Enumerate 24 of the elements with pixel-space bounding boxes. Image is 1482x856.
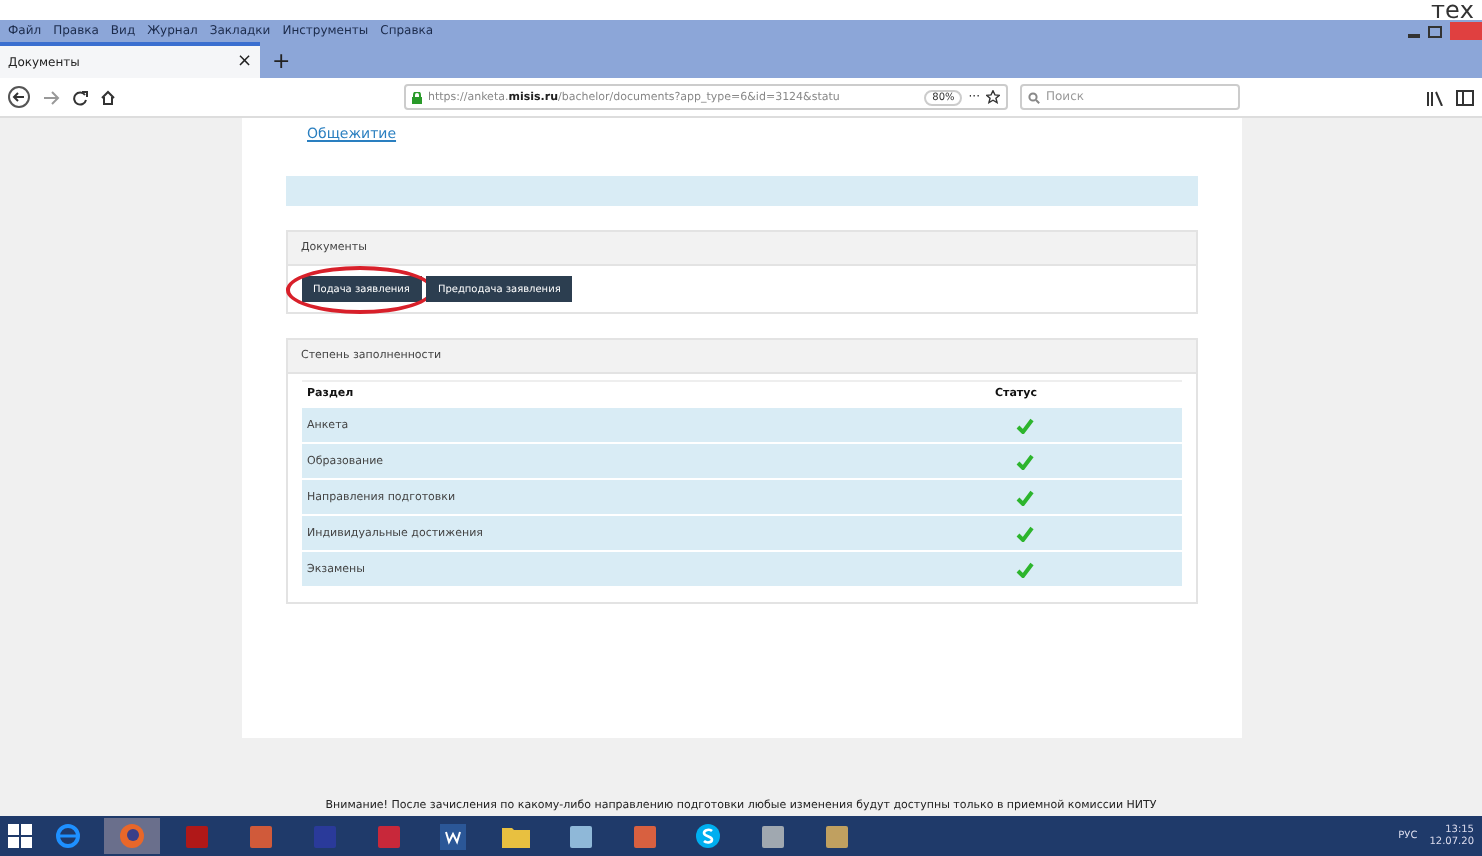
library-icon[interactable] bbox=[1426, 89, 1444, 105]
overlay-text: тех bbox=[1431, 0, 1474, 20]
app-icon[interactable] bbox=[567, 823, 593, 849]
browser-fox-icon[interactable] bbox=[118, 822, 146, 850]
document-w-icon[interactable] bbox=[439, 823, 465, 849]
app-icon[interactable] bbox=[247, 823, 273, 849]
restore-icon[interactable] bbox=[1428, 25, 1442, 37]
tab-close[interactable]: × bbox=[236, 52, 252, 72]
home-icon[interactable] bbox=[100, 89, 116, 105]
sidebar-icon[interactable] bbox=[1456, 89, 1474, 105]
bookmark-star-icon[interactable] bbox=[986, 90, 1000, 104]
chat-s-icon[interactable] bbox=[694, 822, 722, 850]
back-button[interactable] bbox=[8, 86, 30, 108]
new-tab-button[interactable]: + bbox=[260, 42, 303, 78]
lock-icon bbox=[412, 91, 422, 103]
search-icon bbox=[1028, 91, 1040, 103]
folder-icon[interactable] bbox=[502, 824, 530, 848]
reload-icon[interactable] bbox=[72, 89, 88, 105]
windows-start-icon[interactable] bbox=[8, 824, 32, 848]
browser-e-icon[interactable] bbox=[54, 822, 82, 850]
app-icon[interactable] bbox=[631, 823, 657, 849]
forward-arrow-icon[interactable] bbox=[42, 89, 60, 105]
app-icon[interactable] bbox=[759, 823, 785, 849]
app-icon[interactable] bbox=[823, 823, 849, 849]
